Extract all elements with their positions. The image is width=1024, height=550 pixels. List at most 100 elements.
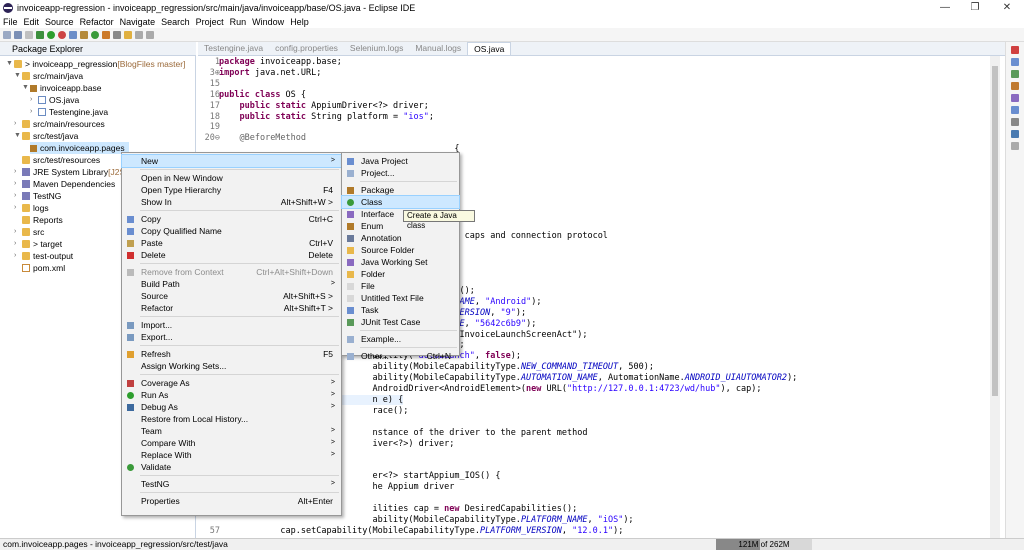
new-class-icon[interactable]	[91, 30, 99, 39]
scrollbar-thumb[interactable]	[992, 66, 998, 396]
menu-run[interactable]: Run	[230, 17, 247, 27]
tree-item-target[interactable]: › > target	[14, 238, 62, 250]
tab-manual-logs[interactable]: Manual.logs	[409, 42, 467, 55]
new-icon[interactable]	[3, 30, 11, 39]
menu-item-class[interactable]: Class	[341, 195, 460, 209]
menu-item-show-in[interactable]: Show In Alt+Shift+W >	[122, 196, 341, 208]
menu-item-folder[interactable]: Folder	[342, 268, 459, 280]
menu-item-example[interactable]: Example...	[342, 333, 459, 345]
menu-item-replace-with[interactable]: Replace With >	[122, 449, 341, 461]
declaration-icon[interactable]	[1011, 106, 1019, 114]
tree-item-testng[interactable]: › TestNG	[14, 190, 61, 202]
tree-item-invoiceapp-base[interactable]: ▼ invoiceapp.base	[22, 82, 101, 94]
menu-item-file[interactable]: File	[342, 280, 459, 292]
tree-item-testengine-java[interactable]: › Testengine.java	[30, 106, 108, 118]
menu-item-assign-working-sets[interactable]: Assign Working Sets...	[122, 360, 341, 372]
tree-item-src-test-java[interactable]: ▼ src/test/java	[14, 130, 78, 142]
menu-item-restore-from-local-history[interactable]: Restore from Local History...	[122, 413, 341, 425]
annotation-icon[interactable]	[124, 30, 132, 39]
menu-navigate[interactable]: Navigate	[120, 17, 156, 27]
menu-item-source-folder[interactable]: Source Folder	[342, 244, 459, 256]
editor-scrollbar[interactable]	[990, 56, 1000, 538]
menu-item-open-in-new-window[interactable]: Open in New Window	[122, 172, 341, 184]
menu-item-source[interactable]: Source Alt+Shift+S >	[122, 290, 341, 302]
menu-item-java-project[interactable]: Java Project	[342, 155, 459, 167]
menu-item-team[interactable]: Team >	[122, 425, 341, 437]
open-type-icon[interactable]	[102, 30, 110, 39]
menu-item-properties[interactable]: Properties Alt+Enter	[122, 495, 341, 507]
tab-testengine[interactable]: Testengine.java	[198, 42, 269, 55]
new-java-project-icon[interactable]	[69, 30, 77, 39]
tree-item-src-test-resources[interactable]: src/test/resources	[22, 154, 100, 166]
menu-item-junit-test-case[interactable]: JUnit Test Case	[342, 316, 459, 328]
menu-item-other[interactable]: Other... Ctrl+N	[342, 350, 459, 362]
tree-item-logs[interactable]: › logs	[14, 202, 49, 214]
tree-item-reports[interactable]: Reports	[22, 214, 63, 226]
search-icon[interactable]	[113, 30, 121, 39]
tree-item-pom-xml[interactable]: pom.xml	[22, 262, 65, 274]
menu-item-paste[interactable]: Paste Ctrl+V	[122, 237, 341, 249]
heap-status[interactable]: 121M of 262M	[716, 539, 812, 550]
menu-item-new[interactable]: New >	[121, 154, 342, 168]
menu-item-copy-qualified-name[interactable]: Copy Qualified Name	[122, 225, 341, 237]
close-button[interactable]: ✕	[992, 0, 1022, 15]
save-icon[interactable]	[14, 30, 22, 39]
menu-item-import[interactable]: Import...	[122, 319, 341, 331]
menu-item-copy[interactable]: Copy Ctrl+C	[122, 213, 341, 225]
perspective-icon[interactable]	[1011, 46, 1019, 54]
menu-file[interactable]: File	[3, 17, 18, 27]
menu-window[interactable]: Window	[252, 17, 284, 27]
menu-refactor[interactable]: Refactor	[80, 17, 114, 27]
menu-source[interactable]: Source	[45, 17, 74, 27]
new-package-icon[interactable]	[80, 30, 88, 39]
javadoc-icon[interactable]	[1011, 94, 1019, 102]
menu-item-open-type-hierarchy[interactable]: Open Type Hierarchy F4	[122, 184, 341, 196]
menu-item-annotation[interactable]: Annotation	[342, 232, 459, 244]
forward-icon[interactable]	[146, 30, 154, 39]
menu-item-refresh[interactable]: Refresh F5	[122, 348, 341, 360]
tree-item-src[interactable]: › src	[14, 226, 44, 238]
tab-selenium-logs[interactable]: Selenium.logs	[344, 42, 409, 55]
tree-item-os-java[interactable]: › OS.java	[30, 94, 79, 106]
menu-item-debug-as[interactable]: Debug As >	[122, 401, 341, 413]
menu-edit[interactable]: Edit	[24, 17, 40, 27]
search-view-icon[interactable]	[1011, 142, 1019, 150]
coverage-icon[interactable]	[58, 30, 66, 39]
menu-item-build-path[interactable]: Build Path >	[122, 278, 341, 290]
tab-os-java[interactable]: OS.java	[467, 42, 512, 55]
back-icon[interactable]	[135, 30, 143, 39]
menu-item-compare-with[interactable]: Compare With >	[122, 437, 341, 449]
menu-help[interactable]: Help	[290, 17, 309, 27]
menu-item-validate[interactable]: Validate	[122, 461, 341, 473]
menu-item-untitled-text-file[interactable]: Untitled Text File	[342, 292, 459, 304]
menu-item-remove-from-context[interactable]: Remove from Context Ctrl+Alt+Shift+Down	[122, 266, 341, 278]
tab-config-properties[interactable]: config.properties	[269, 42, 344, 55]
package-explorer-title[interactable]: Package Explorer	[0, 44, 83, 54]
maximize-button[interactable]: ❐	[960, 0, 990, 15]
tree-item-test-output[interactable]: › test-output	[14, 250, 73, 262]
tree-item-project[interactable]: ▼ > invoiceapp_regression [BlogFiles mast…	[6, 58, 185, 70]
save-all-icon[interactable]	[25, 30, 33, 39]
menu-item-package[interactable]: Package	[342, 184, 459, 196]
run-icon[interactable]	[47, 30, 55, 39]
menu-item-java-working-set[interactable]: Java Working Set	[342, 256, 459, 268]
menu-item-run-as[interactable]: Run As >	[122, 389, 341, 401]
tree-item-maven-dependencies[interactable]: › Maven Dependencies	[14, 178, 115, 190]
menu-item-task[interactable]: Task	[342, 304, 459, 316]
problems-icon[interactable]	[1011, 82, 1019, 90]
progress-icon[interactable]	[1011, 130, 1019, 138]
menu-project[interactable]: Project	[196, 17, 224, 27]
menu-item-export[interactable]: Export...	[122, 331, 341, 343]
tree-item-com-invoiceapp-pages[interactable]: com.invoiceapp.pages	[30, 142, 129, 154]
tree-item-src-main-resources[interactable]: › src/main/resources	[14, 118, 105, 130]
tree-item-src-main-java[interactable]: ▼ src/main/java	[14, 70, 83, 82]
menu-item-project[interactable]: Project...	[342, 167, 459, 179]
outline-icon[interactable]	[1011, 58, 1019, 66]
debug-icon[interactable]	[36, 30, 44, 39]
console-icon[interactable]	[1011, 118, 1019, 126]
task-list-icon[interactable]	[1011, 70, 1019, 78]
minimize-button[interactable]: —	[930, 0, 960, 15]
menu-search[interactable]: Search	[161, 17, 190, 27]
menu-item-coverage-as[interactable]: Coverage As >	[122, 377, 341, 389]
menu-item-testng[interactable]: TestNG >	[122, 478, 341, 490]
